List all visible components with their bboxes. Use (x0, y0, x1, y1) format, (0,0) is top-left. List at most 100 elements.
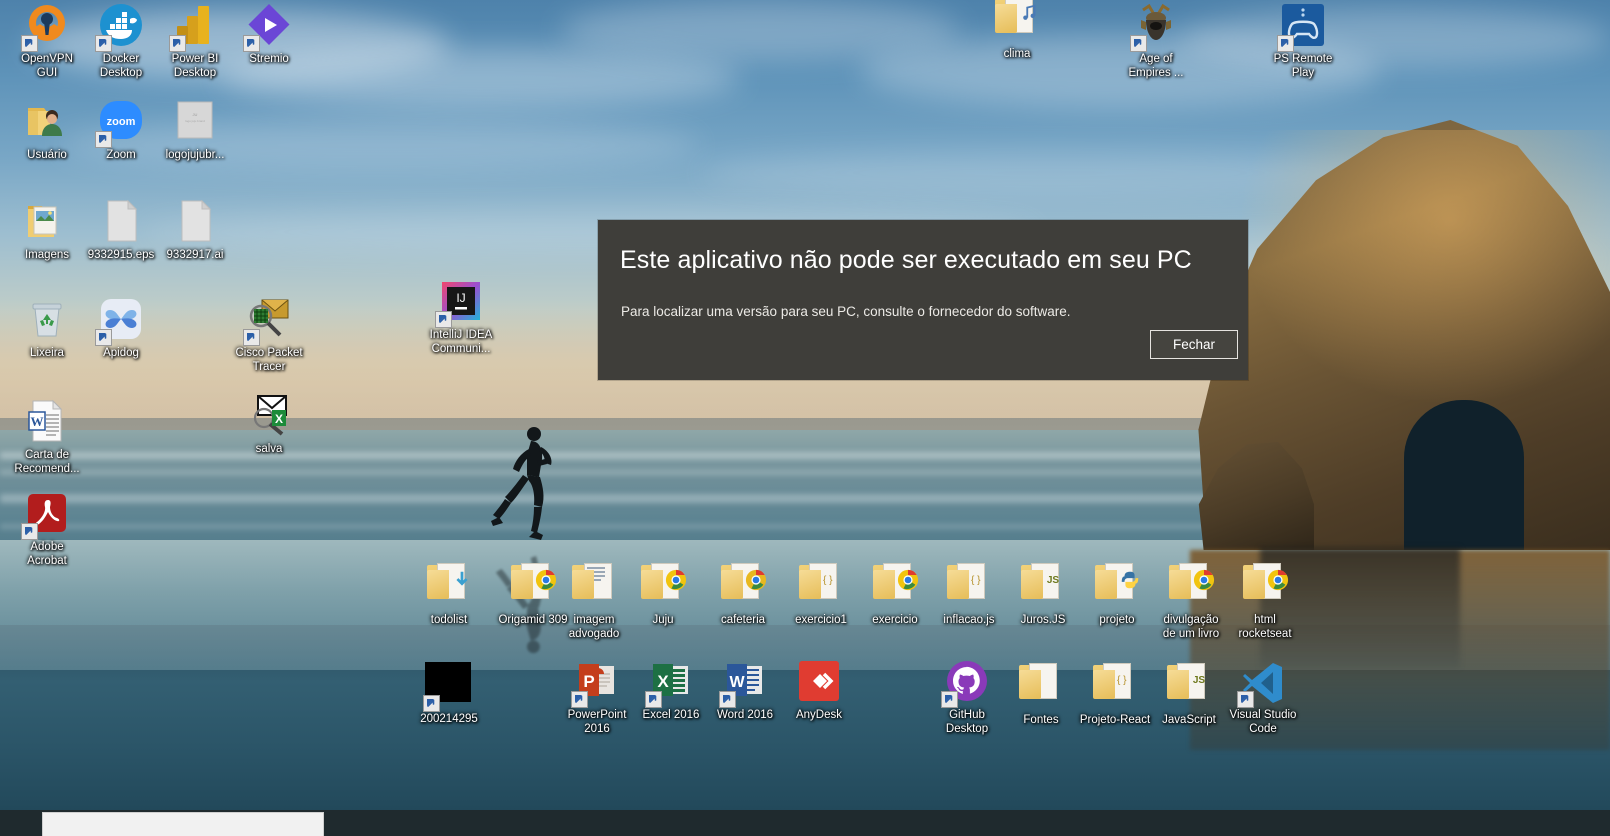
desktop-icon-label: 200214295 (420, 713, 478, 725)
desktop-icon-label: cafeteria (720, 614, 766, 626)
adobe-acrobat-icon (21, 490, 71, 540)
vscode-icon (1237, 658, 1287, 708)
folder-icon (719, 563, 767, 611)
folder-icon (639, 563, 687, 611)
github-desktop-icon (941, 658, 991, 708)
desktop-icon[interactable]: Xsalva (226, 392, 312, 457)
shortcut-arrow-icon (645, 691, 662, 708)
shortcut-arrow-icon (169, 35, 186, 52)
desktop-icon-label: 9332917.ai (166, 249, 224, 261)
shortcut-arrow-icon (95, 35, 112, 52)
desktop-icon[interactable]: W Carta de Recomend... (4, 398, 90, 476)
desktop-icon[interactable]: JU logo juju brand logojujubr... (152, 98, 238, 163)
folder-icon: JS (1165, 663, 1213, 711)
apidog-icon (95, 296, 145, 346)
svg-text:JS: JS (1047, 575, 1060, 586)
shortcut-arrow-icon (1237, 691, 1254, 708)
shortcut-arrow-icon (719, 691, 736, 708)
desktop-icon[interactable]: Age of Empires ... (1113, 2, 1199, 80)
svg-text:JS: JS (1193, 675, 1206, 686)
desktop-icon-label: PS Remote Play (1273, 53, 1333, 79)
folder-glyph: { } (947, 563, 991, 601)
svg-text:zoom: zoom (107, 116, 136, 128)
desktop-icon[interactable]: Visual Studio Code (1220, 658, 1306, 736)
dialog-body-text: Para localizar uma versão para seu PC, c… (621, 304, 1071, 319)
shortcut-arrow-icon (95, 329, 112, 346)
desktop-icon[interactable]: IJ IntelliJ IDEA Communi... (418, 278, 504, 356)
folder-glyph (1243, 563, 1289, 601)
desktop-icon[interactable]: Cisco Packet Tracer (226, 296, 312, 374)
folder-glyph (995, 0, 1039, 35)
shortcut-arrow-icon (423, 695, 440, 712)
svg-text:W: W (31, 414, 44, 429)
user-folder-icon (23, 98, 71, 146)
docker-icon (95, 2, 145, 52)
cloud (1180, 8, 1610, 68)
desktop-icon-label: Juju (652, 614, 674, 626)
folder-glyph (1169, 563, 1215, 601)
desktop-icon[interactable]: 200214295 (406, 658, 492, 727)
taskbar-window-preview[interactable] (42, 812, 324, 836)
desktop-icon[interactable]: 9332917.ai (152, 198, 238, 263)
folder-glyph: { } (799, 563, 843, 601)
svg-text:X: X (275, 412, 283, 426)
svg-text:W: W (729, 674, 745, 691)
close-button[interactable]: Fechar (1150, 330, 1238, 359)
folder-icon (1167, 563, 1215, 611)
desktop-icon-label: Adobe Acrobat (27, 541, 67, 567)
shortcut-arrow-icon (1277, 35, 1294, 52)
powerpoint-icon: P (571, 658, 621, 708)
svg-text:{ }: { } (1117, 675, 1127, 686)
desktop-icon-label: logojujubr... (165, 149, 225, 161)
desktop-icon[interactable]: cafeteria (700, 558, 786, 628)
svg-text:IJ: IJ (456, 291, 465, 305)
openvpn-icon (21, 2, 71, 52)
svg-text:P: P (583, 672, 594, 691)
desktop-icon-label: AnyDesk (795, 709, 843, 721)
folder-icon (1017, 663, 1065, 711)
shortcut-arrow-icon (21, 523, 38, 540)
shortcut-arrow-icon (1130, 35, 1147, 52)
folder-icon: JS (1019, 563, 1067, 611)
folder-glyph: JS (1021, 563, 1065, 601)
desktop-icon-label: IntelliJ IDEA Communi... (429, 329, 493, 355)
desktop-icon[interactable]: clima (974, 0, 1060, 62)
desktop-icon[interactable]: todolist (406, 558, 492, 628)
desktop-icon-label: html rocketseat (1238, 614, 1292, 640)
folder-glyph (427, 563, 471, 601)
taskbar[interactable] (0, 810, 1610, 836)
rock-sunlight-glow (1210, 130, 1610, 430)
desktop-icon-label: Apidog (103, 347, 139, 359)
folder-glyph (873, 563, 919, 601)
desktop-icon-label: Age of Empires ... (1128, 53, 1184, 79)
desktop-icon[interactable]: Juju (620, 558, 706, 628)
desktop-icon[interactable]: html rocketseat (1222, 558, 1308, 641)
desktop-icon[interactable]: Apidog (78, 296, 164, 361)
dialog-title: Este aplicativo não pode ser executado e… (620, 246, 1192, 274)
desktop-icon-label: clima (1003, 48, 1031, 60)
excel-icon: X (645, 658, 695, 708)
rock-arch (1404, 400, 1524, 550)
age-of-empires-icon (1130, 2, 1180, 52)
svg-text:{ }: { } (971, 575, 981, 586)
shortcut-arrow-icon (435, 311, 452, 328)
powerbi-icon (169, 2, 219, 52)
shortcut-arrow-icon (243, 329, 260, 346)
stremio-icon (243, 2, 293, 52)
folder-icon: { } (1091, 663, 1139, 711)
desktop-icon-label: Visual Studio Code (1229, 709, 1297, 735)
desktop-icon-label: salva (255, 443, 283, 455)
folder-glyph (511, 563, 557, 601)
word-icon: W (719, 658, 769, 708)
desktop-icon[interactable]: Adobe Acrobat (4, 490, 90, 568)
desktop-icon[interactable]: PS Remote Play (1260, 2, 1346, 80)
folder-glyph (721, 563, 767, 601)
pictures-folder-icon (23, 198, 71, 246)
desktop-icon[interactable]: Stremio (226, 2, 312, 67)
svg-text:{ }: { } (823, 575, 833, 586)
runner-silhouette (487, 425, 567, 545)
desktop-icon[interactable]: AnyDesk (776, 658, 862, 723)
desktop-icon-label: Cisco Packet Tracer (235, 347, 303, 373)
folder-icon (1093, 563, 1141, 611)
intellij-idea-icon: IJ (435, 278, 485, 328)
